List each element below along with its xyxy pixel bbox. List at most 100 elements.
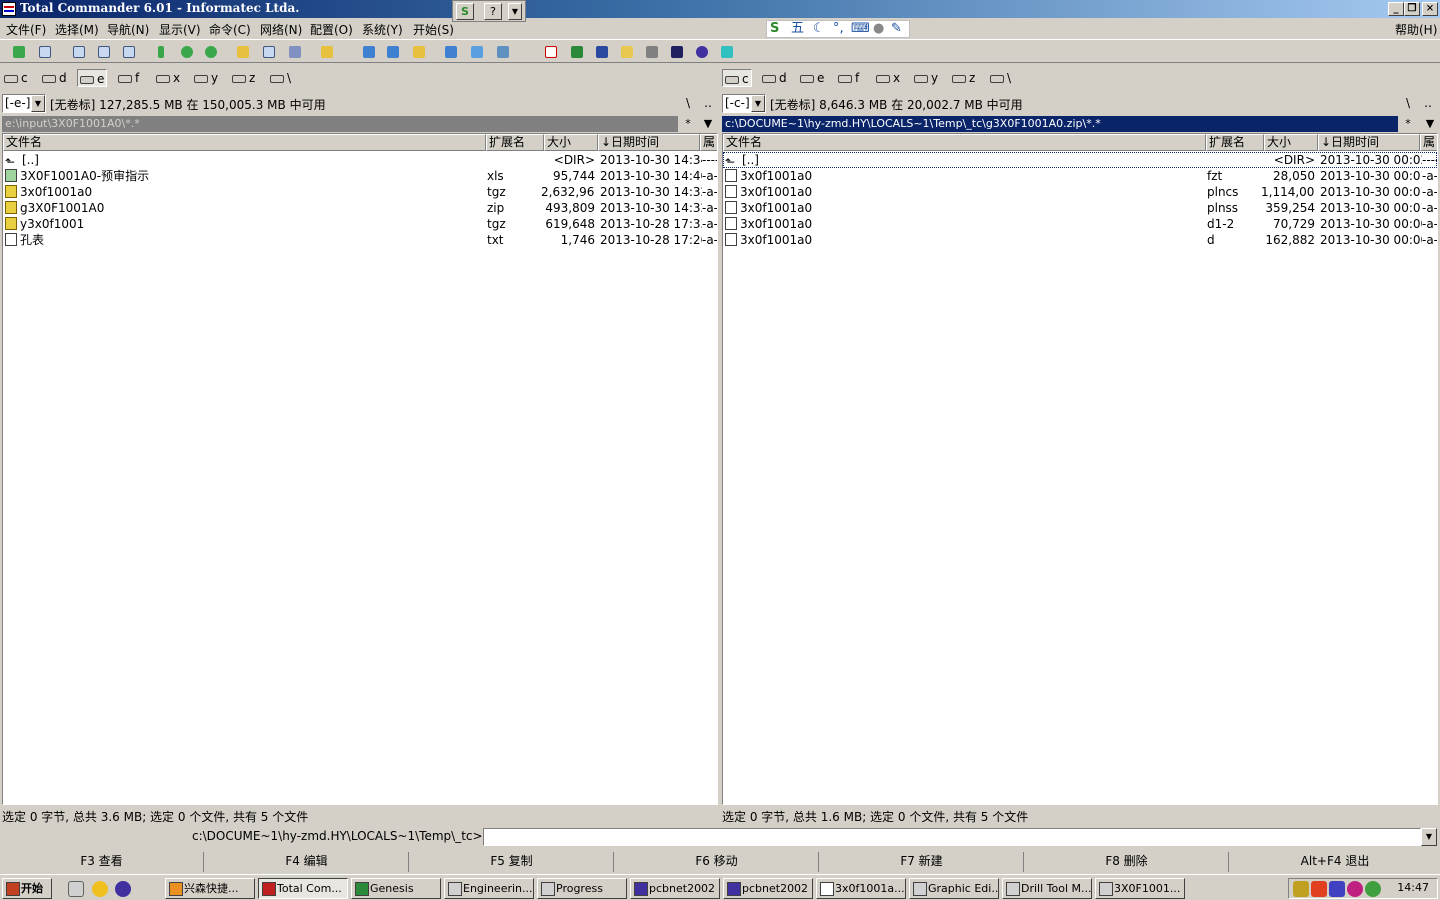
task-button[interactable]: 3x0f1001a... <box>816 878 906 899</box>
left-drive-d[interactable]: d <box>40 69 69 87</box>
right-drive-d[interactable]: d <box>760 69 789 87</box>
menu-help[interactable]: 帮助(H) <box>1395 21 1437 38</box>
column-ext[interactable]: 扩展名 <box>1206 134 1264 151</box>
menu-network[interactable]: 网络(N) <box>260 21 302 38</box>
ftp-connect-icon[interactable] <box>318 43 336 61</box>
alt-f4-exit-button[interactable]: Alt+F4 退出 <box>1230 852 1440 872</box>
keyboard-icon[interactable]: ⌨ <box>851 21 870 37</box>
right-drive-combo[interactable]: [-c-] ▼ <box>722 94 766 113</box>
file-row[interactable]: 3x0f1001a0 tgz 2,632,965 2013-10-30 14:32-a… <box>3 184 717 200</box>
column-ext[interactable]: 扩展名 <box>486 134 544 151</box>
right-path-bar[interactable]: c:\DOCUME~1\hy-zmd.HY\LOCALS~1\Temp\_tc\… <box>722 116 1398 132</box>
column-name[interactable]: 文件名 <box>3 134 486 151</box>
right-hotlist-button[interactable]: ▼ <box>1420 116 1440 132</box>
left-parent-button[interactable]: .. <box>698 94 718 113</box>
back-icon[interactable] <box>178 43 196 61</box>
ime-mode-label[interactable]: 五 <box>791 21 804 37</box>
right-file-panel[interactable]: 文件名 扩展名 大小 ↓日期时间 属 ⬑ [..] <DIR> 2013-10-30 … <box>722 133 1438 805</box>
menu-navigate[interactable]: 导航(N) <box>107 21 149 38</box>
tool-icon[interactable] <box>643 43 661 61</box>
terminal-icon[interactable] <box>668 43 686 61</box>
column-date[interactable]: ↓日期时间 <box>598 134 700 151</box>
minimize-button[interactable]: _ <box>1388 2 1404 16</box>
app-icon[interactable] <box>2 2 16 16</box>
f6-move-button[interactable]: F6 移动 <box>615 852 819 872</box>
unpack-files-icon[interactable] <box>260 43 278 61</box>
swap-panels-icon[interactable] <box>152 43 170 61</box>
detail-view-icon[interactable] <box>95 43 113 61</box>
start-button[interactable]: 开始 <box>2 878 52 899</box>
quick-launch-icon[interactable] <box>92 881 108 897</box>
refresh-icon[interactable] <box>10 43 28 61</box>
sync-dirs-icon[interactable] <box>384 43 402 61</box>
task-button[interactable]: 兴森快捷... <box>165 878 255 899</box>
tray-icon[interactable] <box>1347 881 1363 897</box>
punctuation-icon[interactable]: °, <box>833 21 844 37</box>
left-history-button[interactable]: * <box>678 116 698 132</box>
forward-icon[interactable] <box>202 43 220 61</box>
tray-icon[interactable] <box>1365 881 1381 897</box>
menu-file[interactable]: 文件(F) <box>6 21 46 38</box>
file-row[interactable]: 孔表 txt 1,746 2013-10-28 17:26 -a- <box>3 232 717 248</box>
task-button[interactable]: Drill Tool M... <box>1002 878 1092 899</box>
pack-files-icon[interactable] <box>234 43 252 61</box>
left-drive-c[interactable]: c <box>2 69 30 87</box>
right-drive-network[interactable]: \ <box>988 69 1013 87</box>
column-attr[interactable]: 属 <box>1420 134 1437 151</box>
right-drive-c[interactable]: c <box>722 69 752 87</box>
restore-button[interactable]: ❐ <box>1404 2 1420 16</box>
task-button[interactable]: Genesis <box>351 878 441 899</box>
file-row[interactable]: y3x0f1001 tgz 619,648 2013-10-28 17:33 -a- <box>3 216 717 232</box>
f4-edit-button[interactable]: F4 编辑 <box>205 852 409 872</box>
sogou-icon[interactable]: S <box>456 3 474 20</box>
file-row[interactable]: 3x0f1001a0 d1-2 70,729 2013-10-30 00:00 -a- <box>723 216 1437 232</box>
column-attr[interactable]: 属 <box>700 134 717 151</box>
task-button[interactable]: Total Com... <box>258 878 348 899</box>
file-row[interactable]: ⬑ [..] <DIR> 2013-10-30 00:02 ---- <box>723 152 1437 168</box>
column-size[interactable]: 大小 <box>1264 134 1318 151</box>
left-drive-f[interactable]: f <box>116 69 141 87</box>
file-row[interactable]: 3x0f1001a0 plncs 1,114,006 2013-10-30 00:01… <box>723 184 1437 200</box>
menu-configuration[interactable]: 配置(O) <box>310 21 353 38</box>
user-icon[interactable]: ● <box>873 21 884 37</box>
help-icon[interactable]: ? <box>484 3 502 20</box>
file-row[interactable]: 3x0f1001a0 plnss 359,254 2013-10-30 00:01 -a… <box>723 200 1437 216</box>
chevron-down-icon[interactable]: ▼ <box>1421 828 1437 846</box>
tree-view-icon[interactable] <box>120 43 138 61</box>
task-button[interactable]: 3X0F1001... <box>1095 878 1185 899</box>
f7-mkdir-button[interactable]: F7 新建 <box>820 852 1024 872</box>
column-size[interactable]: 大小 <box>544 134 598 151</box>
menu-select[interactable]: 选择(M) <box>55 21 99 38</box>
cad-icon[interactable] <box>718 43 736 61</box>
right-root-button[interactable]: \ <box>1398 94 1418 113</box>
list-view-icon[interactable] <box>70 43 88 61</box>
wrench-icon[interactable]: ✎ <box>891 21 902 37</box>
tray-icon[interactable] <box>1329 881 1345 897</box>
notepad-icon[interactable] <box>468 43 486 61</box>
network-icon[interactable] <box>442 43 460 61</box>
file-row[interactable]: 3x0f1001a0 d 162,882 2013-10-30 00:00 -a- <box>723 232 1437 248</box>
right-drive-x[interactable]: x <box>874 69 902 87</box>
left-drive-x[interactable]: x <box>154 69 182 87</box>
menu-commands[interactable]: 命令(C) <box>209 21 251 38</box>
chevron-down-icon[interactable]: ▼ <box>508 3 522 20</box>
file-row[interactable]: 3x0f1001a0 fzt 28,050 2013-10-30 00:01 -a- <box>723 168 1437 184</box>
close-button[interactable]: × <box>1422 2 1438 16</box>
word-icon[interactable] <box>593 43 611 61</box>
sogou-logo-icon[interactable]: S <box>770 21 779 37</box>
task-button[interactable]: Progress <box>537 878 627 899</box>
file-row[interactable]: g3X0F1001A0 zip 493,809 2013-10-30 14:32 -a- <box>3 200 717 216</box>
tray-icon[interactable] <box>1311 881 1327 897</box>
left-drive-combo[interactable]: [-e-] ▼ <box>2 94 46 113</box>
globe-icon[interactable] <box>115 881 131 897</box>
editor-icon[interactable] <box>494 43 512 61</box>
f8-delete-button[interactable]: F8 删除 <box>1025 852 1229 872</box>
compare-icon[interactable] <box>360 43 378 61</box>
command-input[interactable] <box>483 828 1421 846</box>
right-history-button[interactable]: * <box>1398 116 1418 132</box>
left-drive-z[interactable]: z <box>230 69 257 87</box>
show-desktop-icon[interactable] <box>68 881 84 897</box>
brief-view-icon[interactable] <box>36 43 54 61</box>
task-button[interactable]: pcbnet2002 <box>630 878 720 899</box>
moon-icon[interactable]: ☾ <box>813 21 825 37</box>
